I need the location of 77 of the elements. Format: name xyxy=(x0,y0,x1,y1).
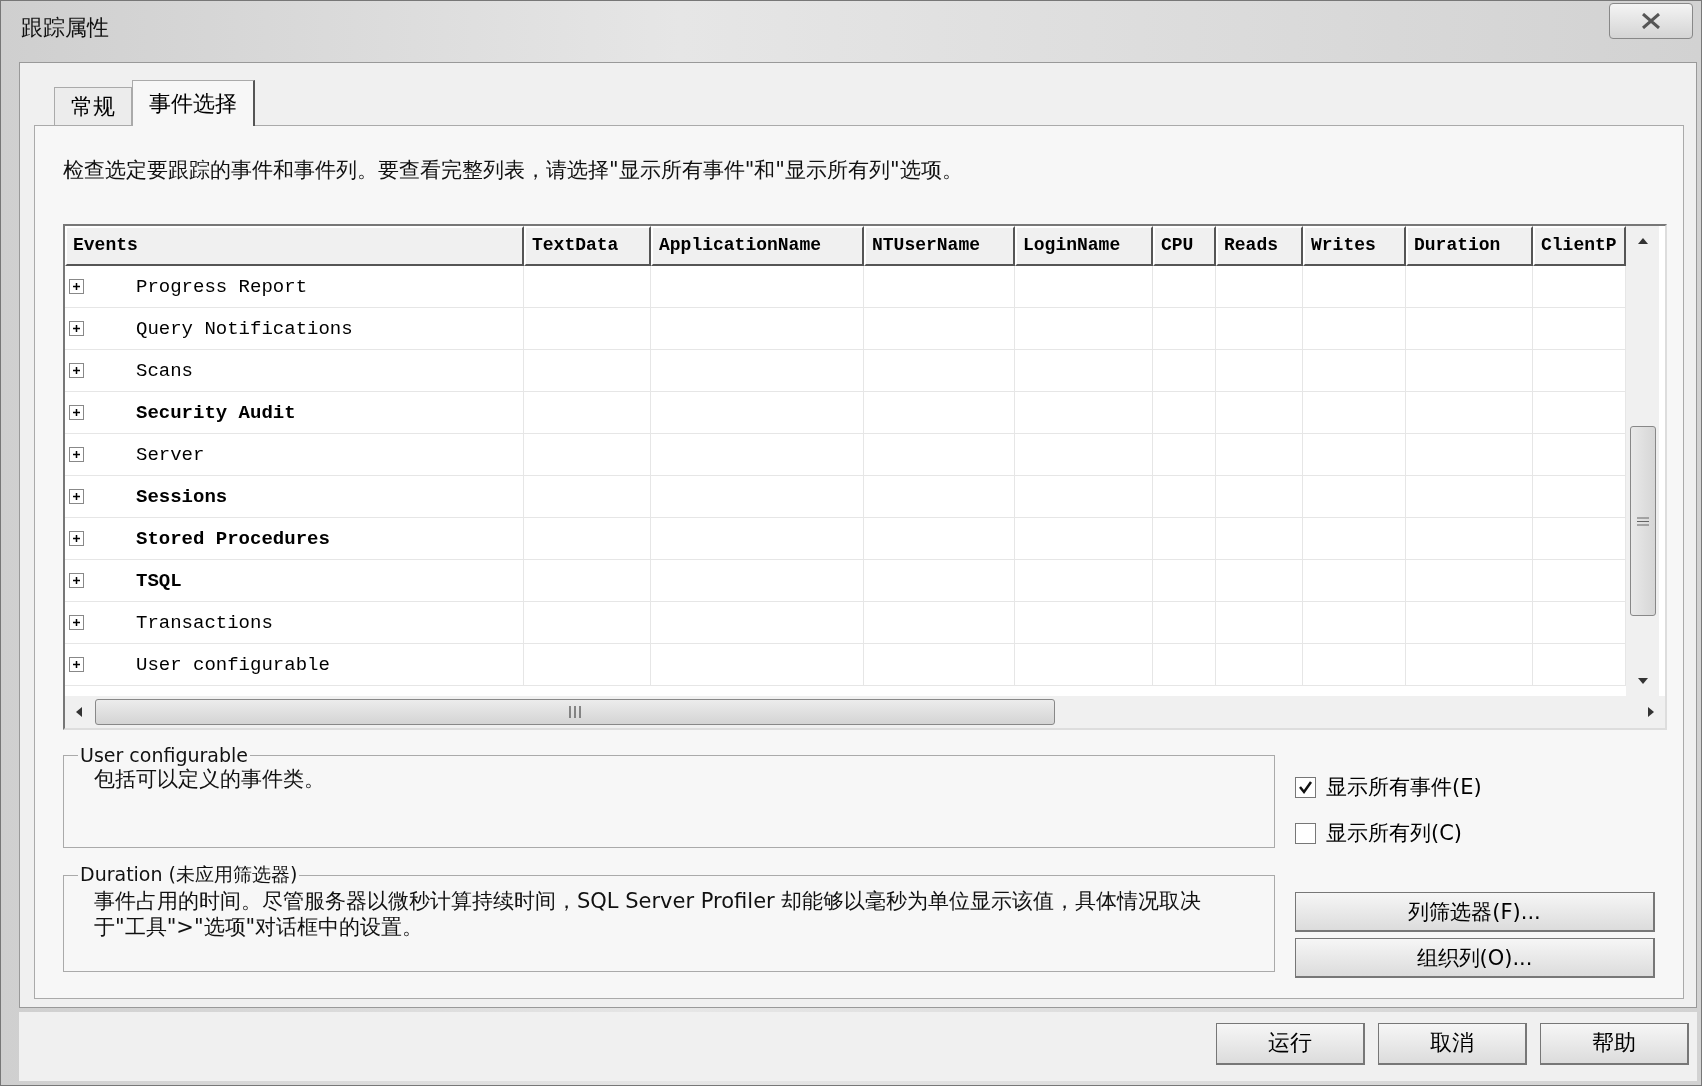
expand-button[interactable] xyxy=(69,657,84,673)
event-category[interactable]: User configurable xyxy=(136,653,330,676)
checkbox[interactable] xyxy=(1295,822,1316,844)
close-button[interactable] xyxy=(1609,2,1693,39)
tab[interactable]: 常规 xyxy=(54,87,132,126)
table-cell xyxy=(1153,350,1216,393)
check-icon xyxy=(1298,779,1313,795)
vertical-scrollbar[interactable] xyxy=(1626,226,1659,697)
expand-button[interactable] xyxy=(69,531,84,547)
plus-icon xyxy=(72,366,81,376)
expand-button[interactable] xyxy=(69,489,84,505)
column-header[interactable]: CPU xyxy=(1153,226,1216,267)
horizontal-scrollbar[interactable] xyxy=(65,696,1665,729)
table-cell xyxy=(1153,644,1216,687)
table-cell xyxy=(1153,434,1216,477)
expand-button[interactable] xyxy=(69,405,84,421)
table-cell xyxy=(1153,518,1216,561)
plus-icon xyxy=(72,534,81,544)
expand-button[interactable] xyxy=(69,573,84,589)
grip-icon xyxy=(569,706,581,719)
instructions-text: 检查选定要跟踪的事件和事件列。要查看完整列表，请选择"显示所有事件"和"显示所有列"选项。 xyxy=(63,157,964,185)
dialog-button[interactable]: 列筛选器(F)... xyxy=(1295,892,1655,933)
window-title: 跟踪属性 xyxy=(21,13,109,42)
table-cell xyxy=(1153,392,1216,435)
dialog-button[interactable]: 组织列(O)... xyxy=(1295,938,1655,979)
panel-title: User configurable xyxy=(79,744,249,767)
event-category[interactable]: Sessions xyxy=(136,485,228,508)
expand-button[interactable] xyxy=(69,615,84,631)
event-category[interactable]: Server xyxy=(136,443,205,466)
table-cell xyxy=(1153,602,1216,645)
event-category[interactable]: Query Notifications xyxy=(136,317,353,340)
tab[interactable]: 事件选择 xyxy=(132,80,255,127)
scroll-thumb[interactable] xyxy=(1630,426,1656,617)
dialog-button[interactable]: 运行 xyxy=(1216,1022,1365,1065)
checkbox-label[interactable]: 显示所有事件(E) xyxy=(1326,773,1482,802)
column-header[interactable]: ClientP xyxy=(1533,226,1626,267)
panel-title: Duration (未应用筛选器) xyxy=(79,862,299,888)
column-header[interactable]: TextData xyxy=(524,226,651,267)
plus-icon xyxy=(72,576,81,586)
column-header[interactable]: Events xyxy=(65,226,524,267)
plus-icon xyxy=(72,492,81,502)
table-cell xyxy=(1153,266,1216,309)
grip-icon xyxy=(1637,516,1649,526)
expand-button[interactable] xyxy=(69,363,84,379)
event-category[interactable]: Progress Report xyxy=(136,275,308,298)
expand-button[interactable] xyxy=(69,279,84,295)
plus-icon xyxy=(72,660,81,670)
plus-icon xyxy=(72,450,81,460)
column-header[interactable]: Duration xyxy=(1406,226,1533,267)
event-category[interactable]: TSQL xyxy=(136,569,182,592)
table-cell xyxy=(1153,560,1216,603)
plus-icon xyxy=(72,324,81,334)
scroll-thumb[interactable] xyxy=(95,699,1055,726)
up-arrow-icon xyxy=(1636,236,1649,247)
event-category[interactable]: Security Audit xyxy=(136,401,296,424)
event-category[interactable]: Scans xyxy=(136,359,193,382)
column-header[interactable]: ApplicationName xyxy=(651,226,864,267)
dialog-button[interactable]: 帮助 xyxy=(1540,1022,1689,1065)
checkbox-label[interactable]: 显示所有列(C) xyxy=(1326,819,1463,848)
column-description: 事件占用的时间。尽管服务器以微秒计算持续时间，SQL Server Profiler 却能够以毫秒为单位显示该值，具体情况取决于"工具">"选项"对话框中的设置。 xyxy=(94,888,1203,941)
close-icon xyxy=(1641,12,1661,29)
event-category[interactable]: Transactions xyxy=(136,611,273,634)
event-description: 包括可以定义的事件类。 xyxy=(94,766,326,793)
plus-icon xyxy=(72,408,81,418)
checkbox[interactable] xyxy=(1295,776,1316,798)
table-cell xyxy=(1153,476,1216,519)
column-header[interactable]: Reads xyxy=(1216,226,1303,267)
expand-button[interactable] xyxy=(69,321,84,337)
column-header[interactable]: LoginName xyxy=(1015,226,1153,267)
column-header[interactable]: Writes xyxy=(1303,226,1406,267)
column-header[interactable]: NTUserName xyxy=(864,226,1015,267)
plus-icon xyxy=(72,282,81,292)
plus-icon xyxy=(72,618,81,628)
dialog-button[interactable]: 取消 xyxy=(1378,1022,1527,1065)
event-category[interactable]: Stored Procedures xyxy=(136,527,330,550)
expand-button[interactable] xyxy=(69,447,84,463)
table-cell xyxy=(1153,308,1216,351)
